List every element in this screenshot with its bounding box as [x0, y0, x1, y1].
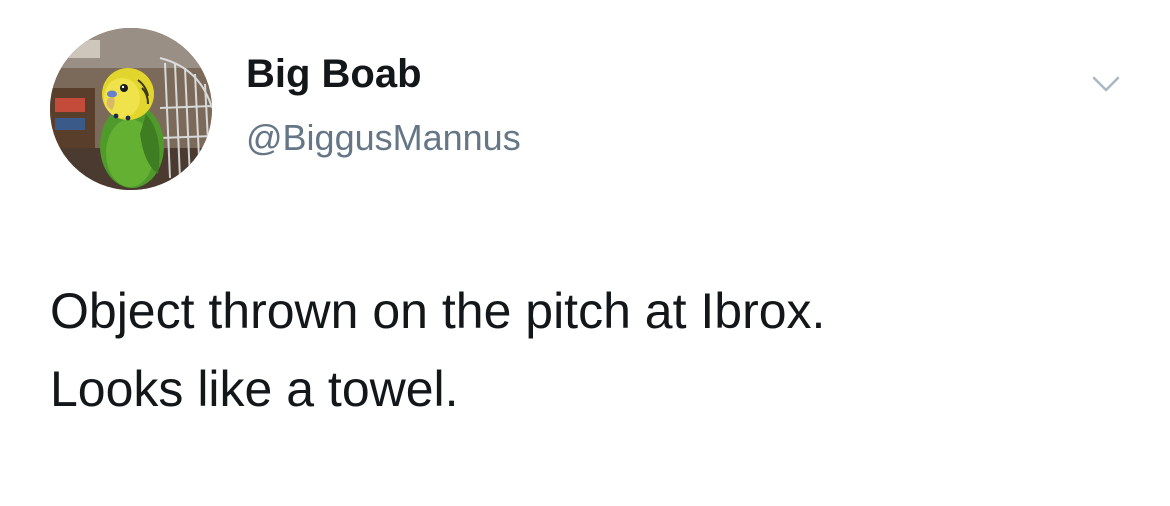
tweet-text: Object thrown on the pitch at Ibrox. Loo… [50, 272, 1140, 428]
author-handle[interactable]: @BiggusMannus [246, 116, 521, 159]
budgie-avatar-image [50, 28, 212, 190]
avatar[interactable] [50, 28, 212, 190]
tweet-card: Big Boab @BiggusMannus Object thrown on … [0, 0, 1170, 506]
tweet-text-line: Looks like a towel. [50, 361, 459, 417]
tweet-text-line: Object thrown on the pitch at Ibrox. [50, 283, 826, 339]
author-display-name[interactable]: Big Boab [246, 50, 422, 98]
chevron-down-icon[interactable] [1084, 68, 1128, 104]
